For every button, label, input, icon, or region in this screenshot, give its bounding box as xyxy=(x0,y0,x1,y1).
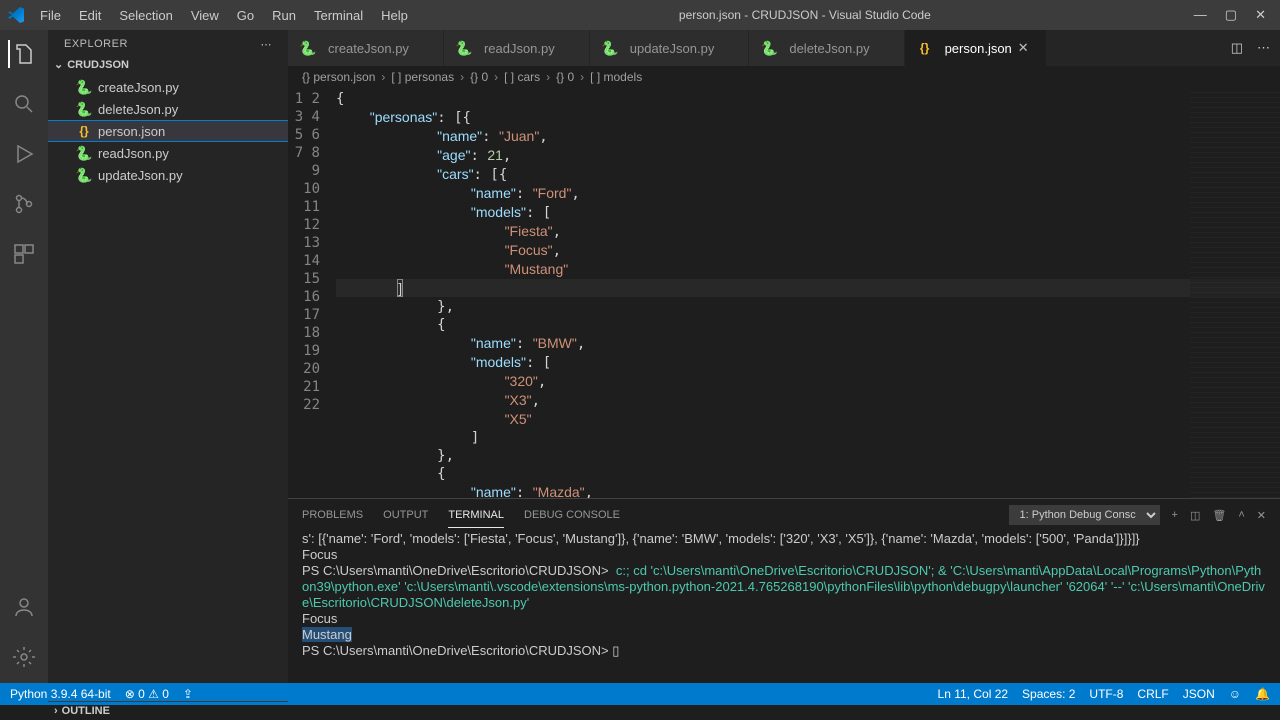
outline-section[interactable]: › OUTLINE xyxy=(48,701,288,720)
tab-deleteJson.py[interactable]: deleteJson.py✕ xyxy=(749,30,904,66)
panel-tab-debug console[interactable]: DEBUG CONSOLE xyxy=(524,503,620,527)
status-cursor[interactable]: Ln 11, Col 22 xyxy=(938,687,1009,701)
tab-person.json[interactable]: person.json✕ xyxy=(905,30,1047,66)
editor-more-icon[interactable]: ⋯ xyxy=(1257,40,1270,56)
menu-edit[interactable]: Edit xyxy=(71,4,109,27)
status-eol[interactable]: CRLF xyxy=(1137,687,1168,701)
account-icon[interactable] xyxy=(10,593,38,621)
tab-updateJson.py[interactable]: updateJson.py✕ xyxy=(590,30,750,66)
breadcrumb-segment[interactable]: {} 0 xyxy=(470,70,488,84)
py-file-icon xyxy=(76,167,92,183)
status-python[interactable]: Python 3.9.4 64-bit xyxy=(10,687,111,701)
panel-tab-problems[interactable]: PROBLEMS xyxy=(302,503,363,527)
explorer-sidebar: EXPLORER ⋯ ⌄ CRUDJSON createJson.pydelet… xyxy=(48,30,288,683)
window-title: person.json - CRUDJSON - Visual Studio C… xyxy=(416,8,1194,22)
chevron-right-icon: › xyxy=(54,705,58,717)
source-control-icon[interactable] xyxy=(10,190,38,218)
status-bell-icon[interactable]: 🔔 xyxy=(1255,687,1270,701)
breadcrumb-segment[interactable]: [ ] cars xyxy=(504,70,540,84)
status-problems[interactable]: ⊗ 0 ⚠ 0 xyxy=(125,687,169,701)
debug-icon[interactable] xyxy=(10,140,38,168)
extensions-icon[interactable] xyxy=(10,240,38,268)
settings-gear-icon[interactable] xyxy=(10,643,38,671)
minimize-icon[interactable]: — xyxy=(1194,7,1207,23)
menu-terminal[interactable]: Terminal xyxy=(306,4,371,27)
code-editor[interactable]: { "personas": [{ "name": "Juan", "age": … xyxy=(336,88,1280,498)
breadcrumb[interactable]: {} person.json›[ ] personas›{} 0›[ ] car… xyxy=(288,66,1280,88)
py-file-icon xyxy=(300,40,316,56)
breadcrumb-segment[interactable]: {} person.json xyxy=(302,70,375,84)
py-file-icon xyxy=(76,79,92,95)
menu-view[interactable]: View xyxy=(183,4,227,27)
panel-tab-output[interactable]: OUTPUT xyxy=(383,503,428,527)
chevron-up-icon[interactable]: ˄ xyxy=(1238,503,1244,527)
breadcrumb-segment[interactable]: {} 0 xyxy=(556,70,574,84)
py-file-icon xyxy=(761,40,777,56)
trash-icon[interactable]: 🗑 xyxy=(1212,503,1226,528)
file-readJson.py[interactable]: readJson.py xyxy=(48,142,288,164)
split-editor-icon[interactable]: ◫ xyxy=(1231,40,1243,56)
py-file-icon xyxy=(76,101,92,117)
chevron-down-icon: ⌄ xyxy=(54,58,63,71)
status-share-icon[interactable]: ⇪ xyxy=(183,687,193,701)
maximize-icon[interactable]: ▢ xyxy=(1225,7,1237,23)
split-terminal-icon[interactable]: ◫ xyxy=(1190,503,1200,528)
status-lang[interactable]: JSON xyxy=(1183,687,1215,701)
close-panel-icon[interactable]: ✕ xyxy=(1257,503,1266,528)
json-file-icon xyxy=(76,123,92,139)
menu-bar: FileEditSelectionViewGoRunTerminalHelp xyxy=(32,4,416,27)
tab-createJson.py[interactable]: createJson.py✕ xyxy=(288,30,444,66)
minimap[interactable] xyxy=(1190,88,1280,498)
tab-readJson.py[interactable]: readJson.py✕ xyxy=(444,30,590,66)
file-updateJson.py[interactable]: updateJson.py xyxy=(48,164,288,186)
terminal-selector[interactable]: 1: Python Debug Consc xyxy=(1009,505,1160,525)
status-feedback-icon[interactable]: ☺ xyxy=(1229,687,1241,701)
vscode-logo-icon xyxy=(8,7,24,23)
menu-file[interactable]: File xyxy=(32,4,69,27)
search-icon[interactable] xyxy=(10,90,38,118)
files-icon[interactable] xyxy=(8,40,36,68)
terminal[interactable]: s': [{'name': 'Ford', 'models': ['Fiesta… xyxy=(288,531,1280,683)
menu-go[interactable]: Go xyxy=(229,4,262,27)
new-terminal-icon[interactable]: + xyxy=(1172,503,1178,527)
menu-help[interactable]: Help xyxy=(373,4,416,27)
breadcrumb-segment[interactable]: [ ] personas xyxy=(391,70,454,84)
json-file-icon xyxy=(917,40,933,56)
close-icon[interactable]: ✕ xyxy=(1255,7,1266,23)
status-spaces[interactable]: Spaces: 2 xyxy=(1022,687,1075,701)
panel-tab-terminal[interactable]: TERMINAL xyxy=(448,503,504,528)
file-person.json[interactable]: person.json xyxy=(48,120,288,142)
menu-run[interactable]: Run xyxy=(264,4,304,27)
menu-selection[interactable]: Selection xyxy=(111,4,180,27)
explorer-more-icon[interactable]: ⋯ xyxy=(261,38,273,51)
line-gutter: 1 2 3 4 5 6 7 8 9 10 11 12 13 14 15 16 1… xyxy=(288,88,336,498)
explorer-label: EXPLORER xyxy=(64,38,128,51)
py-file-icon xyxy=(456,40,472,56)
py-file-icon xyxy=(602,40,618,56)
status-encoding[interactable]: UTF-8 xyxy=(1089,687,1123,701)
file-deleteJson.py[interactable]: deleteJson.py xyxy=(48,98,288,120)
file-createJson.py[interactable]: createJson.py xyxy=(48,76,288,98)
breadcrumb-segment[interactable]: [ ] models xyxy=(590,70,642,84)
tab-close-icon[interactable]: ✕ xyxy=(1018,40,1034,56)
py-file-icon xyxy=(76,145,92,161)
project-header[interactable]: ⌄ CRUDJSON xyxy=(48,55,288,74)
